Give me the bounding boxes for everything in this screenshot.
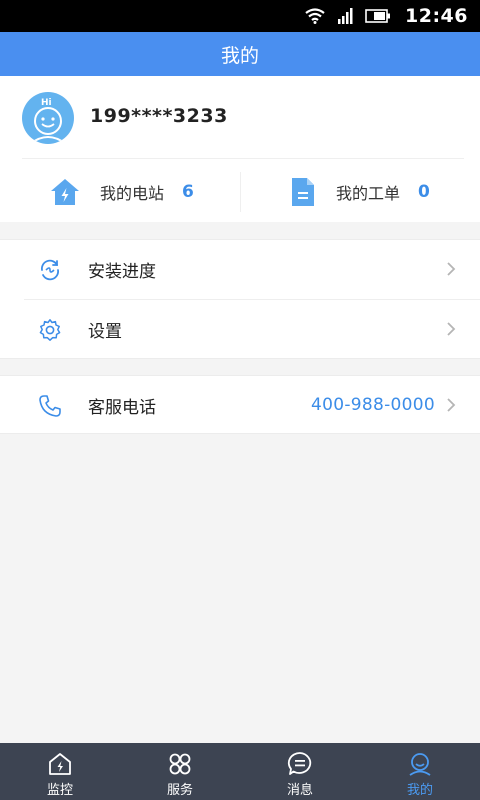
chevron-right-icon [447, 262, 456, 276]
chat-bubble-icon [287, 752, 312, 775]
signal-icon [338, 8, 353, 24]
user-phone-number: 199****3233 [90, 105, 228, 127]
battery-icon [365, 9, 391, 23]
status-time: 12:46 [405, 5, 468, 27]
tab-label: 我的 [406, 783, 433, 798]
status-icons [305, 8, 391, 24]
menu-item-install-progress[interactable]: 安装进度 [0, 240, 480, 298]
my-orders-button[interactable]: 我的工单 0 [290, 164, 430, 220]
user-profile-icon [409, 753, 431, 776]
page-title: 我的 [220, 44, 259, 67]
chevron-right-icon [447, 398, 456, 412]
status-bar: 12:46 [0, 0, 480, 32]
my-stations-button[interactable]: 我的电站 6 [50, 164, 194, 220]
service-card: 客服电话 400-988-0000 [0, 375, 480, 434]
tab-mine[interactable]: 我的 [360, 743, 480, 800]
progress-refresh-icon [41, 259, 59, 281]
menu-item-label: 设置 [88, 321, 122, 342]
phone-icon [39, 395, 61, 417]
grid-service-icon [169, 753, 191, 775]
avatar[interactable]: Hi [22, 92, 74, 144]
tab-service[interactable]: 服务 [120, 743, 240, 800]
avatar-text: Hi [41, 98, 52, 108]
chevron-right-icon [447, 322, 456, 336]
customer-service-number: 400-988-0000 [310, 395, 435, 415]
tab-label: 服务 [166, 783, 193, 798]
my-orders-label: 我的工单 [336, 184, 401, 203]
tab-messages[interactable]: 消息 [240, 743, 360, 800]
bottom-tab-bar: 监控 服务 消息 我的 [0, 743, 480, 800]
menu-item-label: 安装进度 [88, 261, 156, 282]
customer-service-label: 客服电话 [88, 397, 156, 418]
divider [240, 172, 241, 212]
tab-label: 监控 [46, 783, 73, 798]
customer-service-phone-row[interactable]: 客服电话 400-988-0000 [0, 376, 480, 434]
profile-card: Hi 199****3233 我的电站 6 我的工单 0 [0, 76, 480, 222]
menu-item-settings[interactable]: 设置 [0, 300, 480, 358]
document-icon [292, 178, 314, 206]
gear-icon [39, 319, 61, 341]
tab-label: 消息 [286, 783, 313, 798]
my-orders-count: 0 [418, 182, 430, 202]
station-house-icon [51, 179, 79, 205]
my-stations-count: 6 [182, 182, 194, 202]
divider [22, 158, 464, 159]
home-monitor-icon [49, 753, 71, 775]
avatar-face-icon: Hi [29, 98, 67, 144]
tab-monitor[interactable]: 监控 [0, 743, 120, 800]
app-header: 我的 [0, 32, 480, 76]
menu-card: 安装进度 设置 [0, 239, 480, 359]
my-stations-label: 我的电站 [100, 184, 165, 203]
wifi-icon [305, 8, 325, 24]
